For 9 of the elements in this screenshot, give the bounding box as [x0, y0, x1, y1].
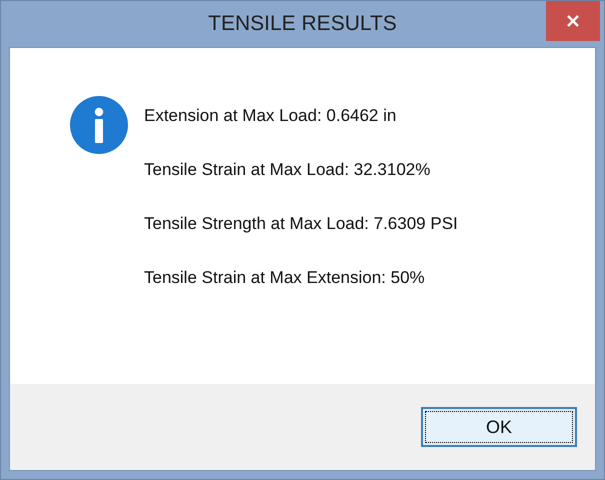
- message-text: Tensile Strain at Max Extension: 50%: [144, 268, 426, 288]
- close-button[interactable]: [546, 1, 600, 41]
- message-text: Tensile Strength at Max Load: 7.6309 PSI: [144, 214, 458, 234]
- window-title: TENSILE RESULTS: [208, 12, 397, 36]
- message-text: Extension at Max Load: 0.6462 in: [144, 106, 398, 126]
- close-icon: [567, 15, 579, 27]
- ok-button[interactable]: OK: [421, 407, 577, 447]
- message-text: Tensile Strain at Max Load: 32.3102%: [144, 160, 432, 180]
- info-icon: [70, 96, 128, 154]
